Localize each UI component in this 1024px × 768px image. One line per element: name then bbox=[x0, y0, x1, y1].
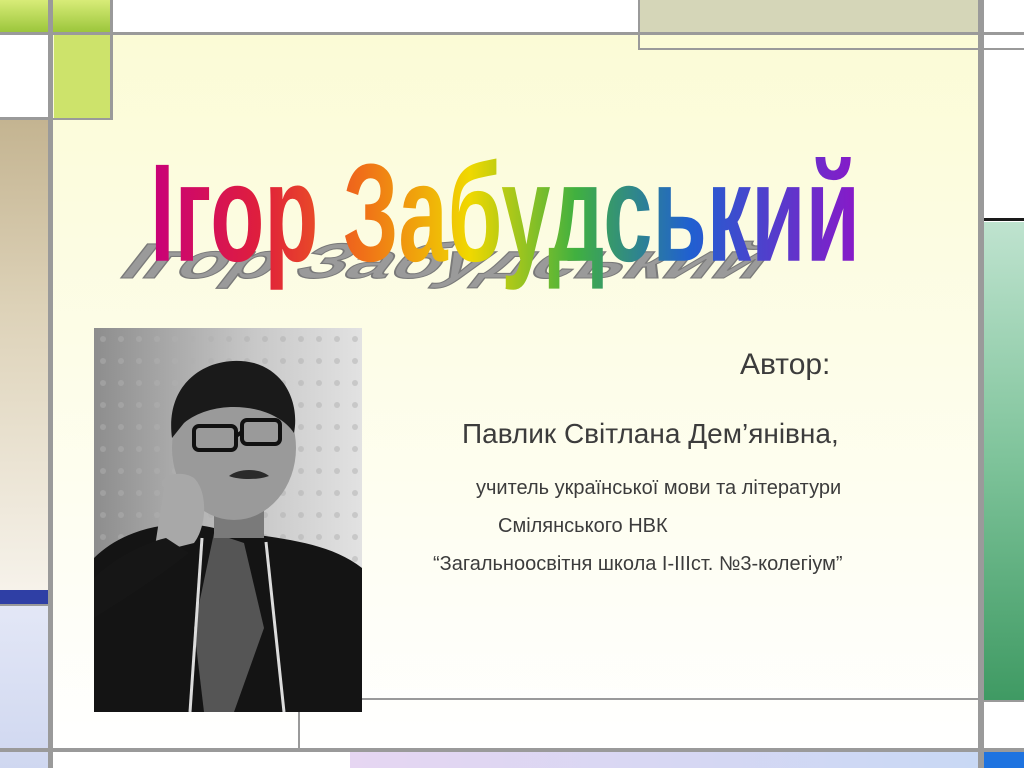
author-name: Павлик Світлана Дем’янівна, bbox=[462, 418, 839, 449]
top-khaki-block bbox=[640, 0, 978, 32]
left-tan-block bbox=[0, 120, 48, 590]
frame-line-right bbox=[978, 0, 984, 768]
author-school-full: “Загальноосвітня школа І-ІІІст. №3-колег… bbox=[433, 553, 843, 575]
top-left-lime-block bbox=[0, 0, 110, 32]
frame-line-right-black bbox=[984, 218, 1024, 221]
author-school: Смілянського НВК bbox=[498, 515, 668, 537]
frame-line-left-block bbox=[0, 117, 48, 120]
frame-line-left-low bbox=[0, 604, 48, 606]
bottom-lavender-bar bbox=[350, 752, 980, 768]
frame-line-bottom bbox=[0, 748, 1024, 752]
portrait-image bbox=[94, 328, 362, 712]
title-text: Ігор Забудський bbox=[150, 135, 860, 291]
frame-line-khaki-left bbox=[638, 0, 640, 50]
frame-line-right-green-bottom bbox=[984, 700, 1024, 702]
portrait-photo bbox=[94, 328, 362, 712]
frame-line-bottom-inner bbox=[298, 698, 978, 700]
frame-line-left bbox=[48, 0, 53, 768]
frame-line-khaki-bottom bbox=[638, 48, 1024, 50]
author-label: Автор: bbox=[740, 348, 831, 381]
bottom-right-blue-bar bbox=[980, 752, 1024, 768]
frame-line-lime-right bbox=[110, 0, 113, 120]
author-role: учитель української мови та літератури bbox=[476, 477, 842, 499]
left-lavender-block bbox=[0, 606, 48, 768]
frame-line-lime-bottom bbox=[53, 118, 113, 120]
left-navy-strip bbox=[0, 590, 48, 604]
frame-line-top bbox=[0, 32, 1024, 35]
slide-title: Ігор Забудський Ігор Забудський bbox=[106, 112, 880, 312]
lime-square-block bbox=[54, 34, 110, 118]
right-green-block bbox=[984, 222, 1024, 700]
title-wordart: Ігор Забудський Ігор Забудський bbox=[106, 135, 860, 291]
